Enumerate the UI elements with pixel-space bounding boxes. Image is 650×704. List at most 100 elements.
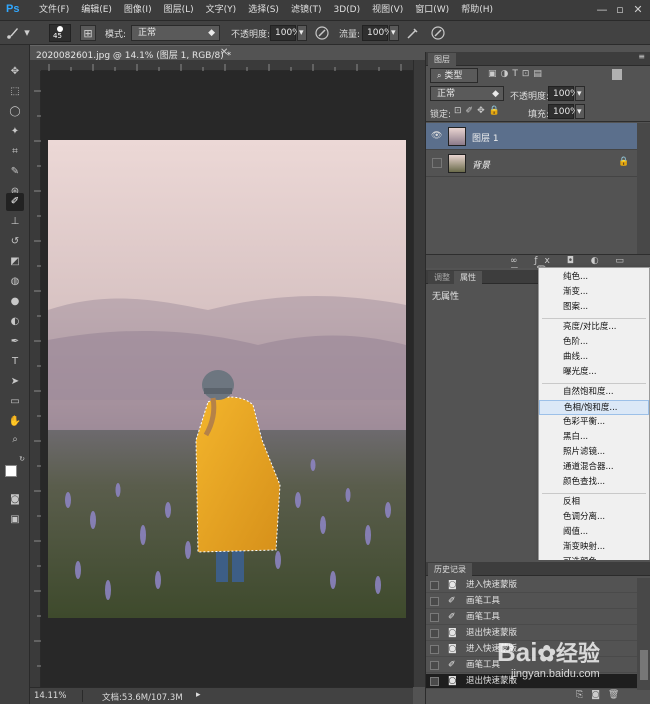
menu-item-black-white[interactable]: 黑白...	[539, 430, 649, 445]
menu-select[interactable]: 选择(S)	[242, 0, 285, 21]
filter-toggle[interactable]	[612, 69, 622, 80]
chevron-down-icon[interactable]: ▾	[23, 25, 31, 41]
screen-mode-icon[interactable]: ▣	[6, 511, 24, 529]
close-icon[interactable]: ✕	[220, 47, 228, 58]
menu-file[interactable]: 文件(F)	[33, 0, 75, 21]
history-item[interactable]: ✐ 画笔工具	[426, 594, 637, 609]
menu-item-posterize[interactable]: 色调分离...	[539, 510, 649, 525]
menu-item-color-balance[interactable]: 色彩平衡...	[539, 415, 649, 430]
magic-wand-tool-icon[interactable]: ✦	[6, 123, 24, 141]
menu-edit[interactable]: 编辑(E)	[75, 0, 118, 21]
history-checkbox[interactable]	[430, 645, 439, 654]
menu-item-color-lookup[interactable]: 颜色查找...	[539, 475, 649, 490]
layer-filter-icons[interactable]: ▣◑T⊡▤	[488, 69, 546, 79]
type-tool-icon[interactable]: T	[6, 353, 24, 371]
path-selection-tool-icon[interactable]: ➤	[6, 373, 24, 391]
document-tab[interactable]: 2020082601.jpg @ 14.1% (图层 1, RGB/8) * ✕	[30, 45, 231, 61]
brush-tool-icon[interactable]: ✐	[6, 193, 24, 211]
clone-stamp-tool-icon[interactable]: ⊥	[6, 213, 24, 231]
brush-preset-picker[interactable]: 45	[49, 24, 71, 42]
lasso-tool-icon[interactable]: ◯	[6, 103, 24, 121]
zoom-tool-icon[interactable]: ⌕	[6, 431, 24, 449]
menu-item-pattern[interactable]: 图案...	[539, 300, 649, 315]
menu-item-photo-filter[interactable]: 照片滤镜...	[539, 445, 649, 460]
history-item[interactable]: ✐ 画笔工具	[426, 610, 637, 625]
crop-tool-icon[interactable]: ⌗	[6, 143, 24, 161]
minimize-icon[interactable]: —	[594, 2, 610, 18]
blend-mode-dropdown[interactable]: 正常 ◆	[430, 86, 504, 101]
menu-item-curves[interactable]: 曲线...	[539, 350, 649, 365]
zoom-level[interactable]: 14.11%	[34, 691, 66, 701]
eyedropper-tool-icon[interactable]: ✎	[6, 163, 24, 181]
hand-tool-icon[interactable]: ✋	[6, 413, 24, 431]
brush-tool-icon[interactable]	[5, 25, 21, 41]
menu-window[interactable]: 窗口(W)	[409, 0, 455, 21]
brush-panel-icon[interactable]: ⊞	[80, 25, 96, 41]
layer-opacity-dropdown[interactable]: ▾	[575, 86, 585, 101]
layer-name[interactable]: 图层 1	[472, 131, 499, 144]
layers-scrollbar[interactable]	[637, 123, 650, 254]
tab-adjustments[interactable]: 调整	[428, 271, 456, 284]
swap-colors-icon[interactable]: ↻	[18, 455, 26, 463]
pen-tool-icon[interactable]: ✒	[6, 333, 24, 351]
menu-item-vibrance[interactable]: 自然饱和度...	[539, 385, 649, 400]
history-checkbox[interactable]	[430, 629, 439, 638]
tab-history[interactable]: 历史记录	[428, 563, 472, 576]
mode-dropdown[interactable]: 正常 ◆	[131, 25, 220, 41]
fill-field[interactable]: 100%	[548, 104, 579, 119]
menu-image[interactable]: 图像(I)	[118, 0, 158, 21]
layer-filter-dropdown[interactable]: ⌕ 类型	[430, 68, 478, 83]
dodge-tool-icon[interactable]: ◐	[6, 313, 24, 331]
menu-item-threshold[interactable]: 阈值...	[539, 525, 649, 540]
menu-item-exposure[interactable]: 曝光度...	[539, 365, 649, 380]
tab-properties[interactable]: 属性	[454, 271, 482, 284]
quick-mask-icon[interactable]: ◙	[6, 491, 24, 509]
history-checkbox[interactable]	[430, 677, 439, 686]
layer-name[interactable]: 背景	[472, 158, 490, 171]
visibility-toggle[interactable]	[432, 158, 442, 168]
fill-dropdown[interactable]: ▾	[575, 104, 585, 119]
airbrush-icon[interactable]	[405, 25, 421, 41]
foreground-color-swatch[interactable]	[5, 465, 17, 477]
layer-row-layer1[interactable]: 👁 图层 1	[426, 123, 637, 150]
lock-icons[interactable]: ⊡✐✥🔒	[454, 106, 504, 116]
opacity-field[interactable]: 100%	[270, 25, 301, 41]
menu-item-brightness-contrast[interactable]: 亮度/对比度...	[539, 320, 649, 335]
tab-layers[interactable]: 图层	[428, 53, 456, 66]
menu-item-gradient-map[interactable]: 渐变映射...	[539, 540, 649, 555]
menu-item-solid-color[interactable]: 纯色...	[539, 270, 649, 285]
move-tool-icon[interactable]: ✥	[6, 63, 24, 81]
menu-filter[interactable]: 滤镜(T)	[285, 0, 328, 21]
flow-field[interactable]: 100%	[362, 25, 393, 41]
menu-item-gradient[interactable]: 渐变...	[539, 285, 649, 300]
eraser-tool-icon[interactable]: ◩	[6, 253, 24, 271]
history-item[interactable]: ◙ 进入快速蒙版	[426, 578, 637, 593]
menu-item-levels[interactable]: 色阶...	[539, 335, 649, 350]
history-brush-tool-icon[interactable]: ↺	[6, 233, 24, 251]
paint-bucket-tool-icon[interactable]: ◍	[6, 273, 24, 291]
pressure-size-icon[interactable]	[430, 25, 446, 41]
history-checkbox[interactable]	[430, 597, 439, 606]
play-arrow-icon[interactable]: ▸	[196, 690, 201, 700]
history-action-icons[interactable]: ⎘◙🗑	[576, 690, 627, 700]
scroll-thumb[interactable]	[640, 650, 648, 680]
maximize-icon[interactable]: ▫	[612, 2, 628, 18]
blur-tool-icon[interactable]: ●	[6, 293, 24, 311]
menu-item-channel-mixer[interactable]: 通道混合器...	[539, 460, 649, 475]
history-checkbox[interactable]	[430, 581, 439, 590]
menu-type[interactable]: 文字(Y)	[200, 0, 243, 21]
document-image[interactable]	[48, 140, 406, 618]
menu-item-invert[interactable]: 反相	[539, 495, 649, 510]
vertical-scrollbar[interactable]	[413, 60, 425, 687]
menu-3d[interactable]: 3D(D)	[327, 0, 366, 21]
pressure-opacity-icon[interactable]	[314, 25, 330, 41]
menu-layer[interactable]: 图层(L)	[158, 0, 200, 21]
opacity-dropdown[interactable]: ▾	[297, 25, 307, 41]
menu-view[interactable]: 视图(V)	[366, 0, 409, 21]
menu-item-hue-saturation[interactable]: 色相/饱和度...	[539, 400, 649, 415]
history-scrollbar[interactable]	[637, 578, 650, 690]
menu-help[interactable]: 帮助(H)	[455, 0, 499, 21]
flow-dropdown[interactable]: ▾	[389, 25, 399, 41]
history-checkbox[interactable]	[430, 613, 439, 622]
layer-row-background[interactable]: 背景 🔒	[426, 150, 637, 177]
